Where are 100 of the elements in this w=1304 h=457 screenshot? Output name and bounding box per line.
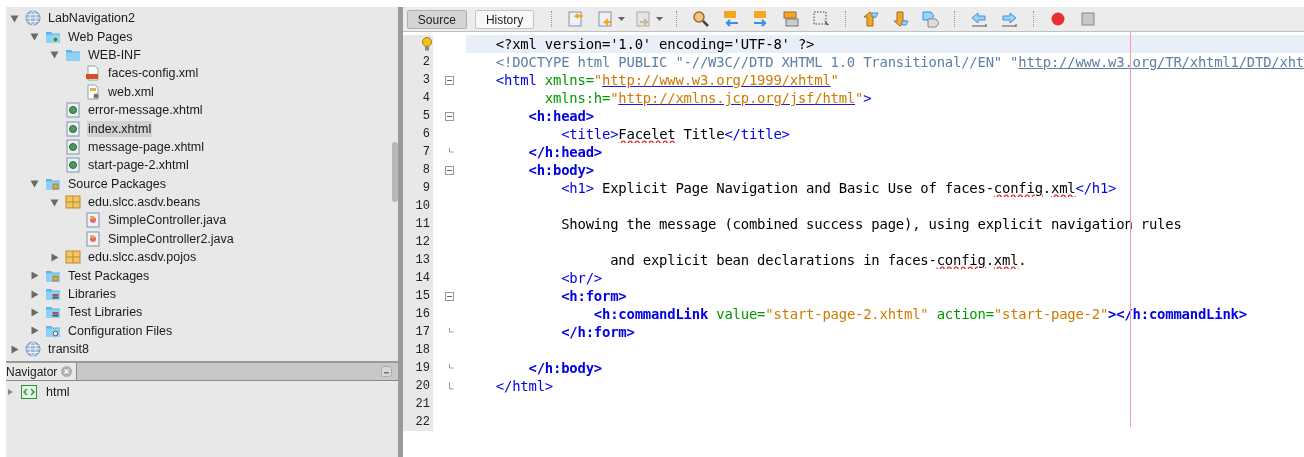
navigator-tab[interactable]: Navigator — [6, 363, 78, 380]
code-line: <h:body> — [527, 161, 594, 179]
tree-item[interactable]: Source Packages — [67, 175, 167, 192]
editor-tab[interactable]: Source — [406, 9, 467, 29]
minimize-icon[interactable] — [380, 366, 392, 377]
tree-item[interactable]: SimpleController.java — [107, 212, 228, 229]
line-number: 21 — [415, 396, 430, 413]
code-line: <title>Facelet Title</title> — [560, 125, 790, 143]
fold-end-mark-icon — [448, 148, 454, 156]
code-line: <h:head> — [527, 107, 594, 125]
line-number: 19 — [415, 360, 430, 377]
line-number: 20 — [415, 378, 430, 395]
collapse-box-icon[interactable] — [444, 291, 454, 301]
code-line: and explicit bean declarations in faces-config.xml. — [609, 251, 1027, 269]
line-number: 2 — [422, 54, 430, 71]
line-number: 11 — [415, 216, 430, 233]
line-number: 4 — [422, 90, 430, 107]
tree-item[interactable]: Test Libraries — [67, 304, 144, 321]
line-number: 13 — [415, 252, 430, 269]
expand-arrow-icon[interactable] — [30, 326, 39, 336]
tree-item[interactable]: edu.slcc.asdv.pojos — [87, 249, 198, 266]
shift-right-icon[interactable] — [1000, 10, 1019, 28]
expand-arrow-icon[interactable] — [30, 289, 39, 299]
toggle-highlight-icon[interactable] — [782, 10, 801, 28]
code-line: </h:form> — [560, 323, 635, 341]
line-number: 9 — [422, 180, 430, 197]
caret-icon[interactable] — [656, 17, 664, 21]
xml-file-icon — [85, 65, 101, 82]
expand-arrow-icon[interactable] — [30, 271, 39, 281]
expand-arrow-icon[interactable] — [30, 307, 39, 317]
web-file-icon — [65, 102, 81, 119]
editor-tab[interactable]: History — [474, 9, 535, 29]
java-file-icon — [85, 212, 101, 229]
line-number: 16 — [415, 306, 430, 323]
shift-left-icon[interactable] — [970, 10, 989, 28]
tree-item[interactable]: Libraries — [67, 286, 117, 303]
tree-item[interactable]: error-message.xhtml — [87, 102, 204, 119]
code-line: </h:head> — [527, 143, 602, 161]
navigator-item[interactable]: html — [46, 382, 70, 402]
code-line: <html xmlns="http://www.w3.org/1999/xhtml" — [495, 71, 839, 89]
expand-arrow-icon[interactable] — [7, 389, 13, 395]
collapse-box-icon[interactable] — [444, 165, 454, 175]
collapse-arrow-icon[interactable] — [50, 50, 59, 60]
package-icon — [65, 249, 81, 266]
tree-item[interactable]: edu.slcc.asdv.beans — [87, 194, 202, 211]
tree-item[interactable]: SimpleController2.java — [107, 230, 235, 247]
collapse-box-icon[interactable] — [444, 75, 454, 85]
line-number: 17 — [415, 324, 430, 341]
previous-occurrence-icon[interactable] — [722, 10, 741, 28]
code-line: Showing the message (combined success page), using explicit navigation rules — [560, 215, 1182, 233]
tree-item[interactable]: faces-config.xml — [107, 65, 200, 82]
line-number: 5 — [422, 108, 430, 125]
library-folder-icon — [45, 304, 61, 321]
code-line: <h1> Explicit Page Navigation and Basic Use of faces-config.xml</h1> — [560, 179, 1117, 197]
panel-title: Navigator — [6, 363, 58, 381]
search-icon[interactable] — [692, 10, 711, 28]
tree-item[interactable]: start-page-2.xhtml — [87, 157, 190, 174]
collapse-arrow-icon[interactable] — [30, 179, 39, 189]
tree-item[interactable]: web.xml — [107, 83, 155, 100]
code-line: </h:body> — [527, 359, 602, 377]
close-icon[interactable] — [61, 366, 73, 377]
tree-item[interactable]: Test Packages — [67, 267, 151, 284]
caret-icon[interactable] — [618, 17, 626, 21]
line-number: 6 — [422, 126, 430, 143]
collapse-arrow-icon[interactable] — [10, 13, 19, 23]
code-line: <h:commandLink value="start-page-2.xhtml" action="start-page-2"></h:commandLink> — [592, 305, 1247, 323]
code-line: <?xml version='1.0' encoding='UTF-8' ?> — [495, 35, 815, 53]
library-folder-icon — [45, 286, 61, 303]
expand-arrow-icon[interactable] — [10, 344, 19, 354]
fold-end-mark-icon — [448, 382, 454, 390]
collapse-arrow-icon[interactable] — [30, 32, 39, 42]
tree-item[interactable]: WEB-INF — [87, 46, 142, 63]
tree-item[interactable]: message-page.xhtml — [87, 138, 206, 155]
line-number: 12 — [415, 234, 430, 251]
tree-item[interactable]: LabNavigation2 — [47, 10, 136, 27]
fold-end-mark-icon — [448, 364, 454, 372]
tree-item[interactable]: Configuration Files — [67, 322, 174, 339]
rectangular-selection-icon[interactable] — [812, 10, 831, 28]
package-icon — [65, 194, 81, 211]
stop-icon[interactable] — [1079, 10, 1098, 28]
tree-item[interactable]: index.xhtml — [87, 120, 153, 137]
tag-icon — [21, 385, 37, 399]
web-file-icon — [65, 120, 81, 137]
code-line: xmlns:h="http://xmlns.jcp.org/jsf/html"> — [543, 89, 872, 107]
java-file-icon — [85, 230, 101, 247]
toggle-bookmark-icon[interactable] — [921, 10, 940, 28]
lightbulb-icon[interactable] — [421, 37, 432, 51]
scrollbar-thumb[interactable] — [392, 142, 398, 202]
line-number: 10 — [415, 198, 430, 215]
code-line: <h:form> — [560, 287, 627, 305]
previous-bookmark-icon[interactable] — [861, 10, 880, 28]
tree-item[interactable]: transit8 — [47, 341, 90, 358]
collapse-box-icon[interactable] — [444, 111, 454, 121]
tree-item[interactable]: Web Pages — [67, 28, 134, 45]
line-number: 18 — [415, 342, 430, 359]
xml-file-icon — [85, 83, 101, 100]
next-bookmark-icon[interactable] — [891, 10, 910, 28]
collapse-arrow-icon[interactable] — [50, 197, 59, 207]
line-number: 3 — [422, 72, 430, 89]
expand-arrow-icon[interactable] — [50, 252, 59, 262]
